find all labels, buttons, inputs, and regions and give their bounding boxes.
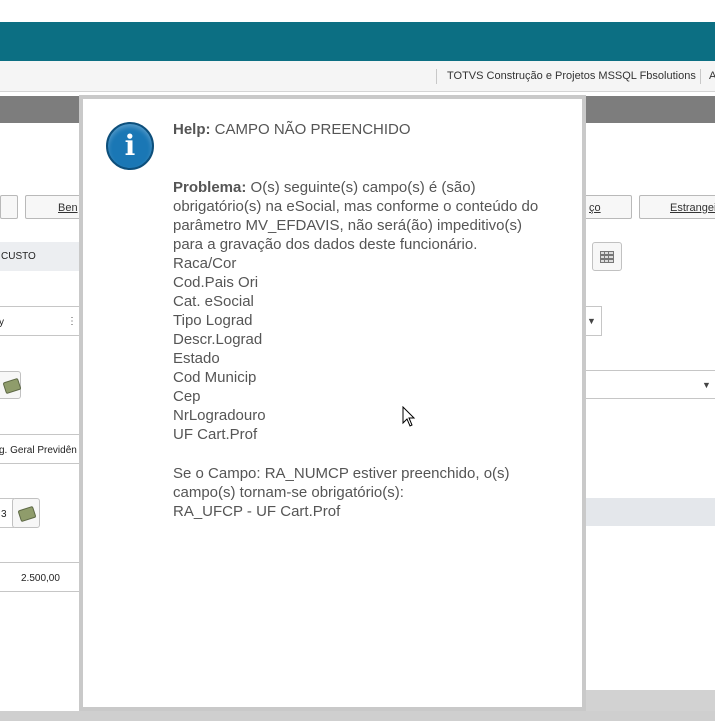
tab-benefits[interactable]: Ben [25, 195, 81, 219]
money-button[interactable] [0, 371, 22, 399]
field-item: Estado [173, 350, 220, 367]
select-field-right[interactable]: ▼ [580, 370, 715, 399]
conditional-section: Se o Campo: RA_NUMCP estiver preenchido,… [173, 464, 573, 521]
field-item: UF Cart.Prof [173, 426, 258, 443]
status-bar: TOTVS Construção e Projetos MSSQL Fbsolu… [0, 61, 715, 92]
problem-line: parâmetro MV_EFDAVIS, não será(ão) imped… [173, 217, 523, 234]
grid-header [585, 498, 715, 526]
top-margin [0, 0, 715, 22]
info-icon: i [106, 122, 154, 170]
field-item: NrLogradouro [173, 407, 266, 424]
field-item: Cod.Pais Ori [173, 274, 259, 291]
conditional-line: RA_UFCP - UF Cart.Prof [173, 503, 341, 520]
cost-center-header: CUSTO [0, 242, 79, 271]
grid-footer [585, 690, 715, 713]
field-item: Cat. eSocial [173, 293, 254, 310]
money-lookup-button[interactable] [12, 498, 40, 528]
status-separator [436, 69, 437, 84]
status-extra-label: A [709, 70, 715, 82]
tab-button-partial[interactable] [0, 195, 18, 219]
chevron-down-icon: ▼ [587, 316, 596, 326]
problem-section: Problema: O(s) seguinte(s) campo(s) é (s… [173, 178, 573, 444]
problem-label: Problema: [173, 179, 247, 196]
social-security-regime-field[interactable]: g. Geral Previdên [0, 434, 82, 464]
money-icon [17, 505, 37, 523]
field-item: Raca/Cor [173, 255, 237, 272]
tab-foreign[interactable]: Estrangei [639, 195, 715, 219]
mouse-pointer-icon [402, 406, 416, 427]
calendar-button[interactable] [592, 242, 622, 271]
problem-line: obrigatório(s) na eSocial, mas conforme … [173, 198, 539, 215]
help-dialog: i Help: CAMPO NÃO PREENCHIDO Problema: O… [79, 95, 586, 711]
conditional-line: Se o Campo: RA_NUMCP estiver preenchido,… [173, 465, 510, 482]
field-item: Tipo Lograd [173, 312, 253, 329]
grid-calendar-icon [600, 251, 614, 263]
dropdown-chevron-icon: ⋮ [67, 316, 77, 327]
help-label: Help: [173, 121, 211, 138]
salary-amount-field[interactable]: 2.500,00 [0, 562, 82, 592]
bottom-scrollbar[interactable] [0, 711, 715, 721]
dropdown-field[interactable]: y ⋮ [0, 306, 82, 336]
field-item: Cod Municip [173, 369, 257, 386]
problem-line: Problema: O(s) seguinte(s) campo(s) é (s… [173, 179, 476, 196]
money-icon [2, 377, 22, 395]
chevron-down-icon: ▼ [702, 380, 711, 390]
problem-line: para a gravação dos dados deste funcioná… [173, 236, 478, 253]
field-item: Cep [173, 388, 201, 405]
field-item: Descr.Lograd [173, 331, 263, 348]
help-title: CAMPO NÃO PREENCHIDO [214, 121, 411, 138]
status-separator [700, 69, 701, 84]
help-title-line: Help: CAMPO NÃO PREENCHIDO [173, 120, 573, 139]
conditional-line: campo(s) tornam-se obrigatório(s): [173, 484, 404, 501]
app-header-bar [0, 22, 715, 61]
company-environment-label: TOTVS Construção e Projetos MSSQL Fbsolu… [447, 70, 696, 82]
